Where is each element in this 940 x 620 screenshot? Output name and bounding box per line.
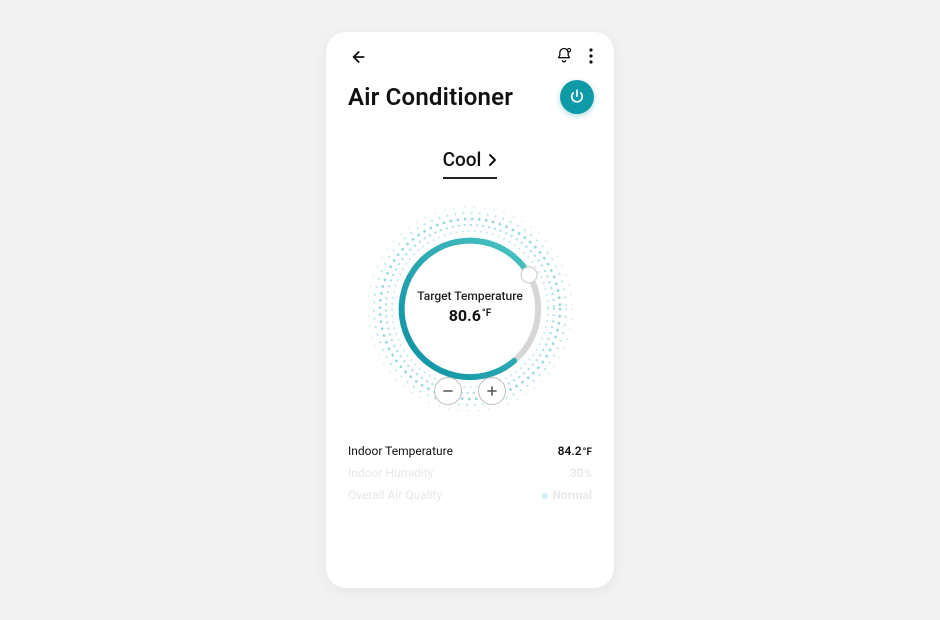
stats-list: Indoor Temperature 84.2°F Indoor Humidit… (326, 434, 614, 506)
target-temp-value: 80.6°F (326, 306, 614, 325)
increase-temp-button[interactable] (478, 377, 506, 405)
notifications-button[interactable] (554, 46, 574, 66)
stat-label: Indoor Temperature (348, 444, 453, 458)
title-row: Air Conditioner (326, 78, 614, 114)
chevron-right-icon (487, 153, 497, 167)
page-title: Air Conditioner (348, 83, 513, 111)
back-arrow-icon (347, 47, 367, 67)
more-menu-button[interactable] (584, 48, 598, 64)
more-vertical-icon (589, 48, 593, 64)
target-temp-label: Target Temperature (326, 289, 614, 303)
stat-row-indoor-humidity: Indoor Humidity 30% (348, 462, 592, 484)
power-icon (568, 88, 586, 106)
plus-icon (486, 385, 498, 397)
mode-selector[interactable]: Cool (443, 148, 498, 179)
stat-value: 84.2°F (558, 444, 592, 458)
stat-row-air-quality: Overall Air Quality Normal (348, 484, 592, 506)
device-screen: Air Conditioner Cool (326, 32, 614, 588)
mode-label: Cool (443, 148, 482, 171)
stat-row-indoor-temp: Indoor Temperature 84.2°F (348, 440, 592, 462)
stat-value: Normal (542, 488, 592, 502)
dial-readout: Target Temperature 80.6°F (326, 289, 614, 325)
minus-icon (442, 385, 454, 397)
stat-value: 30% (570, 466, 592, 480)
stat-label: Indoor Humidity (348, 466, 433, 480)
app-header (326, 32, 614, 78)
decrease-temp-button[interactable] (434, 377, 462, 405)
dial-handle (521, 267, 537, 283)
temperature-dial[interactable]: Target Temperature 80.6°F (326, 179, 614, 434)
status-dot-icon (542, 493, 548, 499)
mode-row: Cool (326, 148, 614, 179)
temp-adjust-row (326, 377, 614, 405)
bell-icon (554, 46, 574, 66)
power-button[interactable] (560, 80, 594, 114)
back-button[interactable] (346, 46, 368, 68)
stat-label: Overall Air Quality (348, 488, 442, 502)
